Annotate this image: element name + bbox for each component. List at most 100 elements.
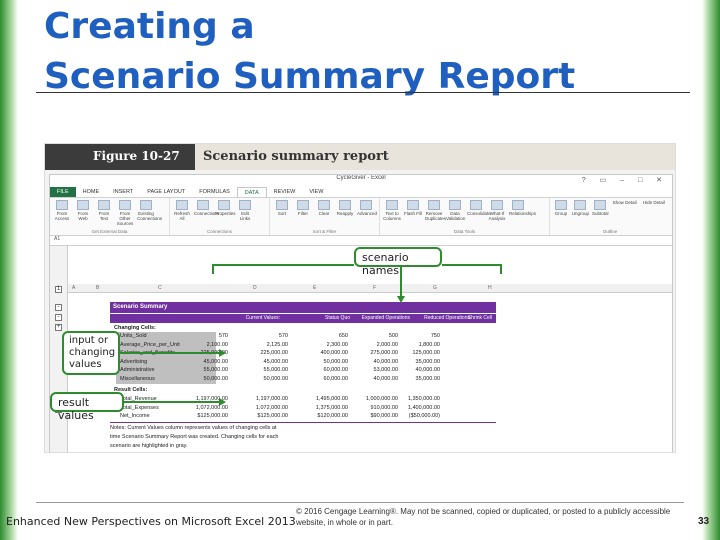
changing-value-cell[interactable]: 2,300.00 bbox=[293, 342, 348, 348]
ungroup-button[interactable]: Ungroup bbox=[572, 200, 589, 216]
callout-leader-line bbox=[212, 264, 354, 266]
title-divider bbox=[36, 92, 690, 93]
changing-row-label[interactable]: Average_Price_per_Unit bbox=[120, 342, 180, 348]
changing-value-cell[interactable]: 45,000.00 bbox=[233, 359, 288, 365]
tab-data[interactable]: DATA bbox=[236, 187, 267, 197]
result-value-cell[interactable]: 1,375,000.00 bbox=[293, 405, 348, 411]
group-icon bbox=[554, 200, 567, 210]
changing-value-cell[interactable]: 650 bbox=[293, 333, 348, 339]
changing-value-cell[interactable]: 125,000.00 bbox=[385, 350, 440, 356]
result-value-cell[interactable]: 1,072,000.00 bbox=[233, 405, 288, 411]
tab-page-layout[interactable]: PAGE LAYOUT bbox=[140, 187, 192, 197]
connections-button[interactable]: Connections bbox=[194, 200, 219, 221]
tab-insert[interactable]: INSERT bbox=[106, 187, 140, 197]
column-header[interactable]: A bbox=[72, 285, 75, 291]
tab-home[interactable]: HOME bbox=[76, 187, 107, 197]
collapse-button[interactable]: - bbox=[55, 304, 62, 311]
hide-detail-button[interactable]: Hide Detail bbox=[641, 200, 667, 216]
changing-row-label[interactable]: Advertising bbox=[120, 359, 147, 365]
changing-value-cell[interactable]: 40,000.00 bbox=[385, 367, 440, 373]
scenario-name-header: Shrink Cell bbox=[467, 315, 492, 321]
edit-links-button[interactable]: Edit Links bbox=[236, 200, 254, 221]
reapply-button[interactable]: Reapply bbox=[336, 200, 354, 216]
tab-formulas[interactable]: FORMULAS bbox=[192, 187, 237, 197]
changing-value-cell[interactable]: 2,100.00 bbox=[173, 342, 228, 348]
from-text-button[interactable]: From Text bbox=[95, 200, 113, 226]
changing-value-cell[interactable]: 35,000.00 bbox=[385, 359, 440, 365]
result-row-label[interactable]: Total_Expenses bbox=[120, 405, 159, 411]
changing-value-cell[interactable]: 225,000.00 bbox=[233, 350, 288, 356]
changing-row-label[interactable]: Administrative bbox=[120, 367, 155, 373]
outline-level-1-button[interactable]: 1 bbox=[55, 286, 62, 293]
column-header[interactable]: C bbox=[158, 285, 162, 291]
text-to-columns-button[interactable]: Text to Columns bbox=[383, 200, 401, 221]
column-header[interactable]: G bbox=[433, 285, 437, 291]
changing-value-cell[interactable]: 570 bbox=[233, 333, 288, 339]
changing-value-cell[interactable]: 750 bbox=[385, 333, 440, 339]
column-header[interactable]: H bbox=[488, 285, 492, 291]
column-header[interactable]: F bbox=[373, 285, 376, 291]
changing-value-cell[interactable]: 35,000.00 bbox=[385, 376, 440, 382]
consolidate-button[interactable]: Consolidate bbox=[467, 200, 491, 221]
result-value-cell[interactable]: $125,000.00 bbox=[173, 413, 228, 419]
changing-value-cell[interactable]: 60,000.00 bbox=[293, 367, 348, 373]
existing-connections-button[interactable]: Existing Connections bbox=[137, 200, 162, 226]
result-value-cell[interactable]: $125,000.00 bbox=[233, 413, 288, 419]
table-bottom-border bbox=[110, 422, 496, 423]
worksheet-grid[interactable]: 1 - - + - A B C D E F G H Scenario Summa… bbox=[50, 246, 672, 452]
changing-value-cell[interactable]: 570 bbox=[173, 333, 228, 339]
flash-fill-button[interactable]: Flash Fill bbox=[404, 200, 422, 221]
from-web-button[interactable]: From Web bbox=[74, 200, 92, 226]
show-detail-button[interactable]: Show Detail bbox=[612, 200, 638, 216]
changing-value-cell[interactable]: 1,800.00 bbox=[385, 342, 440, 348]
changing-value-cell[interactable]: 50,000.00 bbox=[173, 376, 228, 382]
what-if-analysis-button[interactable]: What-If Analysis bbox=[488, 200, 506, 221]
result-value-cell[interactable]: 1,495,000.00 bbox=[293, 396, 348, 402]
result-value-cell[interactable]: $120,000.00 bbox=[293, 413, 348, 419]
result-value-cell[interactable]: 1,350,000.00 bbox=[385, 396, 440, 402]
remove-duplicates-button[interactable]: Remove Duplicates bbox=[425, 200, 446, 221]
refresh-icon bbox=[176, 200, 188, 210]
properties-button[interactable]: Properties bbox=[215, 200, 236, 221]
expand-button[interactable]: + bbox=[55, 324, 62, 331]
subtotal-button[interactable]: Subtotal bbox=[592, 200, 609, 216]
changing-value-cell[interactable]: 2,125.00 bbox=[233, 342, 288, 348]
clear-button[interactable]: Clear bbox=[315, 200, 333, 216]
tab-review[interactable]: REVIEW bbox=[267, 187, 303, 197]
name-box[interactable]: A1 bbox=[54, 236, 60, 242]
excel-window: CycleGiver - Excel ? ▭ – □ ✕ FILE HOME I… bbox=[49, 174, 673, 452]
group-button[interactable]: Group bbox=[553, 200, 569, 216]
sort-button[interactable]: Sort bbox=[273, 200, 291, 216]
changing-value-cell[interactable]: 50,000.00 bbox=[233, 376, 288, 382]
from-other-sources-button[interactable]: From Other Sources bbox=[116, 200, 134, 226]
column-header[interactable]: E bbox=[313, 285, 316, 291]
column-header[interactable]: B bbox=[96, 285, 99, 291]
changing-row-label[interactable]: Miscellaneous bbox=[120, 376, 155, 382]
refresh-all-button[interactable]: Refresh All bbox=[173, 200, 191, 221]
current-values-header: Current Values: bbox=[245, 315, 280, 321]
changing-value-cell[interactable]: 50,000.00 bbox=[293, 359, 348, 365]
formula-bar[interactable]: A1 bbox=[50, 236, 672, 246]
data-validation-icon bbox=[449, 200, 461, 210]
advanced-button[interactable]: Advanced bbox=[357, 200, 377, 216]
changing-value-cell[interactable]: 55,000.00 bbox=[233, 367, 288, 373]
tab-file[interactable]: FILE bbox=[50, 187, 76, 197]
changing-row-label[interactable]: Units_Sold bbox=[120, 333, 147, 339]
changing-value-cell[interactable]: 55,000.00 bbox=[173, 367, 228, 373]
column-header[interactable]: D bbox=[253, 285, 257, 291]
from-access-button[interactable]: From Access bbox=[53, 200, 71, 226]
result-value-cell[interactable]: 1,197,000.00 bbox=[233, 396, 288, 402]
changing-value-cell[interactable]: 45,000.00 bbox=[173, 359, 228, 365]
changing-value-cell[interactable]: 400,000.00 bbox=[293, 350, 348, 356]
result-row-label[interactable]: Net_Income bbox=[120, 413, 150, 419]
result-value-cell[interactable]: 1,400,000.00 bbox=[385, 405, 440, 411]
data-validation-button[interactable]: Data Validation bbox=[446, 200, 465, 221]
relationships-button[interactable]: Relationships bbox=[509, 200, 536, 221]
collapse-button[interactable]: - bbox=[55, 314, 62, 321]
filter-button[interactable]: Filter bbox=[294, 200, 312, 216]
result-value-cell[interactable]: ($50,000.00) bbox=[385, 413, 440, 419]
page-number: 33 bbox=[698, 516, 710, 527]
window-controls[interactable]: ? ▭ – □ ✕ bbox=[582, 176, 668, 184]
changing-value-cell[interactable]: 60,000.00 bbox=[293, 376, 348, 382]
tab-view[interactable]: VIEW bbox=[302, 187, 330, 197]
